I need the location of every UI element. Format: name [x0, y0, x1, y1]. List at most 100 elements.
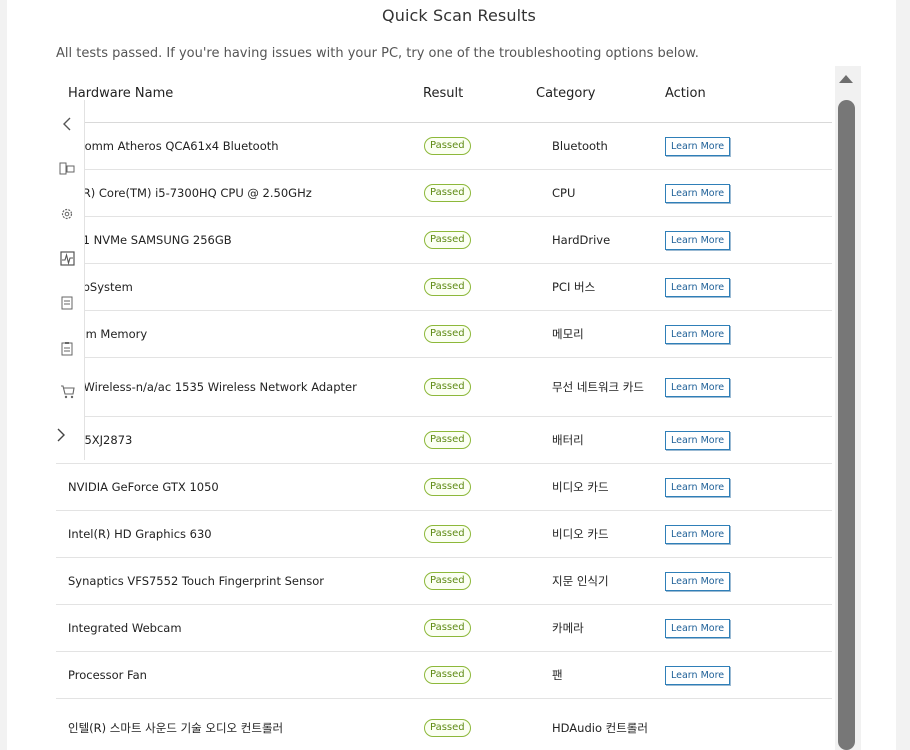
gear-icon[interactable] — [57, 204, 77, 224]
table-row: 인텔(R) 스마트 사운드 기술 오디오 컨트롤러 Passed HDAudio 컨… — [56, 699, 832, 750]
category-cell: 비디오 카드 — [552, 464, 648, 510]
action-cell: Learn More — [665, 417, 731, 463]
column-header-category: Category — [536, 86, 596, 101]
status-badge: Passed — [424, 719, 471, 737]
learn-more-button[interactable]: Learn More — [665, 183, 731, 203]
table-row: Intel(R) HD Graphics 630 Passed 비디오 카드 Lear… — [56, 511, 832, 558]
summary-text: All tests passed. If you're having issue… — [56, 46, 699, 61]
status-badge: Passed — [424, 325, 471, 343]
column-header-result: Result — [423, 86, 464, 101]
table-row: Processor Fan Passed 팬 Learn More — [56, 652, 832, 699]
category-cell: 비디오 카드 — [552, 511, 648, 557]
status-badge: Passed — [424, 431, 471, 449]
hardware-name: 951 NVMe SAMSUNG 256GB — [68, 233, 232, 247]
category-cell: Bluetooth — [552, 123, 648, 169]
result-cell: Passed — [424, 605, 471, 651]
status-badge: Passed — [424, 525, 471, 543]
category-label: 카메라 — [552, 620, 584, 635]
learn-more-button[interactable]: Learn More — [665, 571, 731, 591]
scroll-up-arrow-icon[interactable] — [839, 75, 853, 83]
result-cell: Passed — [424, 417, 471, 463]
status-badge: Passed — [424, 572, 471, 590]
learn-more-button[interactable]: Learn More — [665, 524, 731, 544]
learn-more-button[interactable]: Learn More — [665, 618, 731, 638]
learn-more-button[interactable]: Learn More — [665, 324, 731, 344]
action-cell: Learn More — [665, 652, 731, 698]
category-label: 무선 네트워크 카드 — [552, 379, 644, 394]
result-cell: Passed — [424, 699, 471, 750]
action-cell: Learn More — [665, 605, 731, 651]
table-row: Integrated Webcam Passed 카메라 Learn More — [56, 605, 832, 652]
category-label: HardDrive — [552, 232, 611, 247]
category-cell: HDAudio 컨트롤러 — [552, 699, 648, 750]
hardware-name: stem Memory — [68, 327, 148, 341]
status-badge: Passed — [424, 231, 471, 249]
learn-more-button[interactable]: Learn More — [665, 230, 731, 250]
action-cell: Learn More — [665, 511, 731, 557]
column-header-name: Hardware Name — [68, 86, 174, 101]
status-badge: Passed — [424, 619, 471, 637]
status-badge: Passed — [424, 184, 471, 202]
cart-icon[interactable] — [57, 382, 77, 402]
hardware-name: el(R) Core(TM) i5-7300HQ CPU @ 2.50GHz — [68, 186, 312, 200]
side-rail — [51, 100, 85, 460]
status-badge: Passed — [424, 137, 471, 155]
result-cell: Passed — [424, 464, 471, 510]
activity-icon[interactable] — [57, 248, 77, 268]
result-cell: Passed — [424, 123, 471, 169]
table-header: Hardware Name Result Category Action — [56, 76, 832, 123]
chevron-right-icon[interactable] — [51, 425, 71, 445]
category-cell: 배터리 — [552, 417, 648, 463]
table-row: LL 5XJ2873 Passed 배터리 Learn More — [56, 417, 832, 464]
table-body: alcomm Atheros QCA61x4 Bluetooth Passed Bl… — [56, 123, 832, 750]
clipboard-icon[interactable] — [57, 338, 77, 358]
category-cell: 팬 — [552, 652, 648, 698]
category-label: 배터리 — [552, 432, 584, 447]
learn-more-button[interactable]: Learn More — [665, 665, 731, 685]
column-header-action: Action — [665, 86, 706, 101]
action-cell: Learn More — [665, 217, 731, 263]
hardware-name: Intel(R) HD Graphics 630 — [68, 527, 212, 541]
table-row: SubSystem Passed PCI 버스 Learn More — [56, 264, 832, 311]
status-badge: Passed — [424, 478, 471, 496]
document-icon[interactable] — [57, 293, 77, 313]
hardware-name: SubSystem — [68, 280, 133, 294]
action-cell: Learn More — [665, 123, 731, 169]
category-label: Bluetooth — [552, 138, 608, 153]
learn-more-button[interactable]: Learn More — [665, 377, 731, 397]
category-label: 지문 인식기 — [552, 573, 609, 588]
action-cell: Learn More — [665, 358, 731, 416]
learn-more-button[interactable]: Learn More — [665, 477, 731, 497]
chevron-left-icon[interactable] — [57, 114, 77, 134]
system-icon[interactable] — [57, 159, 77, 179]
result-cell: Passed — [424, 170, 471, 216]
category-label: 메모리 — [552, 326, 584, 341]
learn-more-button[interactable]: Learn More — [665, 136, 731, 156]
category-label: 비디오 카드 — [552, 479, 609, 494]
action-cell: Learn More — [665, 311, 731, 357]
action-cell: Learn More — [665, 464, 731, 510]
table-row: 951 NVMe SAMSUNG 256GB Passed HardDrive Lea… — [56, 217, 832, 264]
action-cell: Learn More — [665, 170, 731, 216]
category-cell: 무선 네트워크 카드 — [552, 358, 648, 416]
learn-more-button[interactable]: Learn More — [665, 430, 731, 450]
result-cell: Passed — [424, 311, 471, 357]
scrollbar-thumb[interactable] — [838, 100, 855, 750]
learn-more-button[interactable]: Learn More — [665, 277, 731, 297]
result-cell: Passed — [424, 558, 471, 604]
result-cell: Passed — [424, 358, 471, 416]
results-table: Hardware Name Result Category Action alc… — [56, 76, 832, 750]
category-cell: PCI 버스 — [552, 264, 648, 310]
hardware-name: Synaptics VFS7552 Touch Fingerprint Sens… — [68, 574, 325, 588]
table-row: alcomm Atheros QCA61x4 Bluetooth Passed Bl… — [56, 123, 832, 170]
category-label: 팬 — [552, 667, 563, 682]
table-row: Synaptics VFS7552 Touch Fingerprint Sens… — [56, 558, 832, 605]
hardware-name: alcomm Atheros QCA61x4 Bluetooth — [68, 139, 279, 153]
status-badge: Passed — [424, 278, 471, 296]
hardware-name: Integrated Webcam — [68, 621, 182, 635]
result-cell: Passed — [424, 511, 471, 557]
result-cell: Passed — [424, 264, 471, 310]
category-label: PCI 버스 — [552, 279, 596, 294]
category-cell: 카메라 — [552, 605, 648, 651]
status-badge: Passed — [424, 666, 471, 684]
